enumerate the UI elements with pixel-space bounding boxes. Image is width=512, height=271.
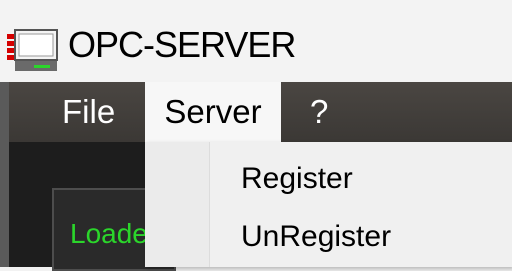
opc-app-icon xyxy=(7,29,58,71)
window-title: OPC-SERVER xyxy=(68,24,296,65)
status-label: Loade xyxy=(70,218,148,249)
window-left-edge xyxy=(0,82,9,267)
menu-item-register[interactable]: Register xyxy=(241,162,353,196)
title-bar: OPC-SERVER xyxy=(0,0,512,82)
menu-icon-gutter xyxy=(145,142,210,267)
menu-file[interactable]: File xyxy=(62,82,115,142)
menu-server[interactable]: Server xyxy=(145,82,281,142)
menu-help[interactable]: ? xyxy=(310,82,328,142)
server-dropdown-menu: Register UnRegister xyxy=(145,142,512,267)
menu-item-unregister[interactable]: UnRegister xyxy=(241,220,391,254)
